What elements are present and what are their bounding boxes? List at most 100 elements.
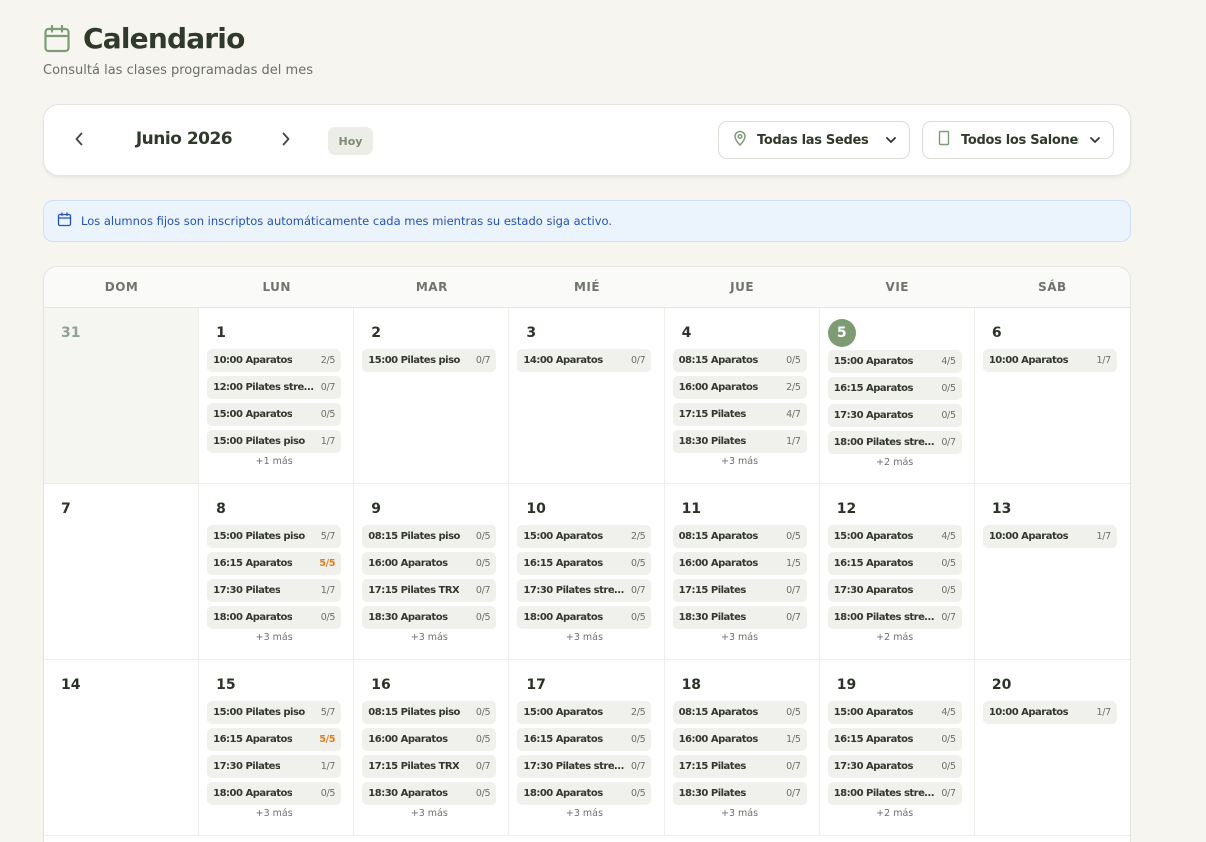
class-event[interactable]: 18:30 Aparatos 0/5	[362, 606, 497, 629]
class-event[interactable]: 17:30 Aparatos 0/5	[827, 755, 962, 778]
calendar-day-cell[interactable]: 5 15:00 Aparatos 4/5 16:15 Aparatos 0/5 17:30…	[820, 308, 975, 483]
weekday-header: MIÉ	[573, 280, 601, 294]
class-event[interactable]: 16:15 Aparatos 0/5	[517, 552, 652, 575]
calendar-day-cell[interactable]: 18 08:15 Aparatos 0/5 16:00 Aparatos 1/5 17:1…	[665, 660, 820, 835]
calendar-day-cell[interactable]: 12 15:00 Aparatos 4/5 16:15 Aparatos 0/5 17:3…	[820, 484, 975, 659]
sedes-filter-select[interactable]: Todas las Sedes	[718, 121, 910, 159]
class-event[interactable]: 18:00 Aparatos 0/5	[207, 782, 342, 805]
calendar-day-cell[interactable]: 7	[44, 484, 200, 659]
calendar-day-cell[interactable]: 3 14:00 Aparatos 0/7	[509, 308, 665, 483]
class-event[interactable]: 08:15 Aparatos 0/5	[672, 349, 807, 372]
salones-filter-select[interactable]: Todos los Salones	[922, 121, 1114, 159]
class-event[interactable]: 17:30 Aparatos 0/5	[827, 404, 962, 427]
calendar-day-cell[interactable]: 15 15:00 Pilates piso 5/7 16:15 Aparatos 5/5…	[199, 660, 355, 835]
class-event[interactable]: 08:15 Pilates piso 0/5	[362, 701, 497, 724]
class-event[interactable]: 15:00 Pilates piso 0/7	[362, 349, 497, 372]
class-event[interactable]: 18:00 Aparatos 0/5	[517, 606, 652, 629]
class-event[interactable]: 18:00 Pilates stretching0/7	[827, 782, 962, 805]
more-classes-link[interactable]: +3 más	[207, 808, 341, 819]
calendar-day-cell[interactable]: 8 15:00 Pilates piso 5/7 16:15 Aparatos 5/5 1…	[199, 484, 355, 659]
class-event[interactable]: 18:30 Pilates 1/7	[672, 430, 807, 453]
today-button[interactable]: Hoy	[328, 127, 373, 155]
previous-month-button[interactable]	[68, 129, 90, 153]
class-event[interactable]: 10:00 Aparatos 2/5	[207, 349, 342, 372]
class-event[interactable]: 17:30 Pilates 1/7	[207, 755, 342, 778]
next-month-button[interactable]	[275, 129, 297, 153]
class-event[interactable]: 15:00 Aparatos 2/5	[517, 525, 652, 548]
more-classes-link[interactable]: +3 más	[362, 632, 496, 643]
class-event[interactable]: 15:00 Pilates piso 5/7	[207, 701, 342, 724]
class-event[interactable]: 16:15 Aparatos 5/5	[207, 552, 342, 575]
calendar-day-cell[interactable]: 4 08:15 Aparatos 0/5 16:00 Aparatos 2/5 17:15…	[665, 308, 820, 483]
class-list: 08:15 Pilates piso 0/5 16:00 Aparatos 0/5 17…	[362, 525, 497, 629]
calendar-day-cell[interactable]: 17 15:00 Aparatos 2/5 16:15 Aparatos 0/5 17:3…	[509, 660, 665, 835]
class-event[interactable]: 16:00 Aparatos 2/5	[672, 376, 807, 399]
class-event[interactable]: 16:15 Aparatos 0/5	[827, 728, 962, 751]
class-event[interactable]: 15:00 Pilates piso 5/7	[207, 525, 342, 548]
more-classes-link[interactable]: +1 más	[207, 456, 341, 467]
class-event[interactable]: 17:15 Pilates 4/7	[672, 403, 807, 426]
more-classes-link[interactable]: +3 más	[673, 456, 807, 467]
more-classes-link[interactable]: +2 más	[828, 457, 962, 468]
class-event[interactable]: 14:00 Aparatos 0/7	[517, 349, 652, 372]
class-event[interactable]: 18:30 Aparatos 0/5	[362, 782, 497, 805]
class-event[interactable]: 08:15 Aparatos 0/5	[672, 525, 807, 548]
more-classes-link[interactable]: +3 más	[517, 632, 651, 643]
more-classes-link[interactable]: +3 más	[362, 808, 496, 819]
calendar-day-cell[interactable]: 31	[44, 308, 200, 483]
class-event[interactable]: 15:00 Aparatos 0/5	[207, 403, 342, 426]
calendar-day-cell[interactable]: 16 08:15 Pilates piso 0/5 16:00 Aparatos 0/5…	[354, 660, 510, 835]
calendar-day-cell[interactable]: 13 10:00 Aparatos 1/7	[975, 484, 1130, 659]
class-event[interactable]: 17:30 Pilates stretching 0/7	[517, 579, 652, 602]
calendar-week-row: 31 1 10:00 Aparatos 2/5 12:00 Pilates stretc…	[44, 308, 1130, 484]
class-event[interactable]: 08:15 Pilates piso 0/5	[362, 525, 497, 548]
class-event[interactable]: 16:15 Aparatos 5/5	[207, 728, 342, 751]
class-event[interactable]: 18:00 Pilates stretching0/7	[827, 431, 962, 454]
class-event[interactable]: 17:30 Pilates 1/7	[207, 579, 342, 602]
class-event[interactable]: 18:00 Pilates stretching0/7	[827, 606, 962, 629]
calendar-day-cell[interactable]: 9 08:15 Pilates piso 0/5 16:00 Aparatos 0/5 1…	[354, 484, 510, 659]
class-event[interactable]: 17:30 Aparatos 0/5	[827, 579, 962, 602]
class-event[interactable]: 16:00 Aparatos 1/5	[672, 552, 807, 575]
class-event[interactable]: 17:30 Pilates stretching 0/7	[517, 755, 652, 778]
class-event[interactable]: 10:00 Aparatos 1/7	[982, 525, 1117, 548]
calendar-day-cell[interactable]: 19 15:00 Aparatos 4/5 16:15 Aparatos 0/5 17:3…	[820, 660, 975, 835]
class-event[interactable]: 17:15 Pilates 0/7	[672, 755, 807, 778]
calendar-day-cell[interactable]: 1 10:00 Aparatos 2/5 12:00 Pilates stretchi…	[199, 308, 355, 483]
class-event[interactable]: 16:15 Aparatos 0/5	[517, 728, 652, 751]
class-event[interactable]: 18:00 Aparatos 0/5	[517, 782, 652, 805]
class-event[interactable]: 16:15 Aparatos 0/5	[827, 377, 962, 400]
class-event[interactable]: 16:00 Aparatos 0/5	[362, 552, 497, 575]
more-classes-link[interactable]: +3 más	[673, 632, 807, 643]
class-event[interactable]: 12:00 Pilates stretching0/7	[207, 376, 342, 399]
class-event[interactable]: 18:30 Pilates 0/7	[672, 782, 807, 805]
class-event[interactable]: 18:30 Pilates 0/7	[672, 606, 807, 629]
calendar-day-cell[interactable]: 10 15:00 Aparatos 2/5 16:15 Aparatos 0/5 17:3…	[509, 484, 665, 659]
class-event[interactable]: 15:00 Pilates piso 1/7	[207, 430, 342, 453]
class-event[interactable]: 17:15 Pilates TRX 0/7	[362, 755, 497, 778]
class-event-name: 17:30 Pilates stretching	[523, 761, 627, 772]
calendar-day-cell[interactable]: 20 10:00 Aparatos 1/7	[975, 660, 1130, 835]
more-classes-link[interactable]: +2 más	[828, 632, 962, 643]
more-classes-link[interactable]: +3 más	[517, 808, 651, 819]
class-event[interactable]: 17:15 Pilates 0/7	[672, 579, 807, 602]
calendar-day-cell[interactable]: 14	[44, 660, 200, 835]
calendar-day-cell[interactable]: 6 10:00 Aparatos 1/7	[975, 308, 1130, 483]
class-event[interactable]: 15:00 Aparatos 2/5	[517, 701, 652, 724]
calendar-day-cell[interactable]: 2 15:00 Pilates piso 0/7	[354, 308, 510, 483]
class-event[interactable]: 16:00 Aparatos 1/5	[672, 728, 807, 751]
class-event[interactable]: 15:00 Aparatos 4/5	[827, 350, 962, 373]
class-event[interactable]: 10:00 Aparatos 1/7	[982, 349, 1117, 372]
class-event[interactable]: 16:00 Aparatos 0/5	[362, 728, 497, 751]
class-event[interactable]: 15:00 Aparatos 4/5	[827, 701, 962, 724]
class-event[interactable]: 17:15 Pilates TRX 0/7	[362, 579, 497, 602]
class-event[interactable]: 08:15 Aparatos 0/5	[672, 701, 807, 724]
class-event[interactable]: 16:15 Aparatos 0/5	[827, 552, 962, 575]
class-event[interactable]: 15:00 Aparatos 4/5	[827, 525, 962, 548]
more-classes-link[interactable]: +3 más	[207, 632, 341, 643]
calendar-day-cell[interactable]: 11 08:15 Aparatos 0/5 16:00 Aparatos 1/5 17:1…	[665, 484, 820, 659]
class-event[interactable]: 18:00 Aparatos 0/5	[207, 606, 342, 629]
more-classes-link[interactable]: +2 más	[828, 808, 962, 819]
more-classes-link[interactable]: +3 más	[673, 808, 807, 819]
class-event[interactable]: 10:00 Aparatos 1/7	[982, 701, 1117, 724]
